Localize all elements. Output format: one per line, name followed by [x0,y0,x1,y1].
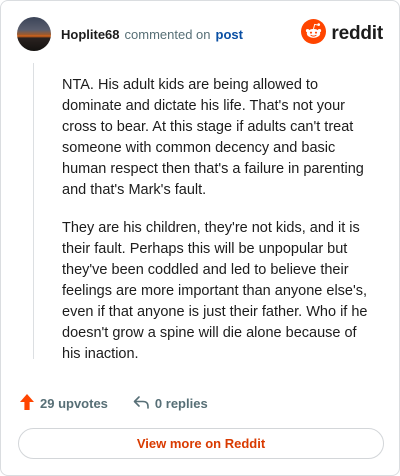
replies-button[interactable]: 0 replies [132,394,208,413]
view-more-button[interactable]: View more on Reddit [18,428,384,459]
user-avatar[interactable] [17,17,51,51]
comment-paragraph: NTA. His adult kids are being allowed to… [62,77,364,198]
reply-count: 0 replies [154,396,208,411]
upvote-button[interactable]: 29 upvotes [19,393,108,414]
reddit-wordmark: reddit [331,23,383,44]
upvote-arrow-icon [19,393,35,414]
embedded-comment-card: Hoplite68 commented on post reddit NTA. … [0,0,400,476]
reddit-logo[interactable]: reddit [301,19,383,49]
comment-meta: Hoplite68 commented on post [61,27,243,42]
username-link[interactable]: Hoplite68 [61,27,120,42]
upvote-count: 29 upvotes [40,396,108,411]
comment-actions: 29 upvotes 0 replies [19,393,208,414]
comment-header: Hoplite68 commented on post reddit [17,17,383,51]
post-link[interactable]: post [216,27,243,42]
action-text: commented on [124,26,211,42]
reply-arrow-icon [132,394,150,413]
comment-body: NTA. His adult kids are being allowed to… [62,75,377,365]
reddit-snoo-icon [301,19,327,49]
thread-line [33,63,34,359]
comment-paragraph: They are his children, they're not kids,… [62,220,368,362]
